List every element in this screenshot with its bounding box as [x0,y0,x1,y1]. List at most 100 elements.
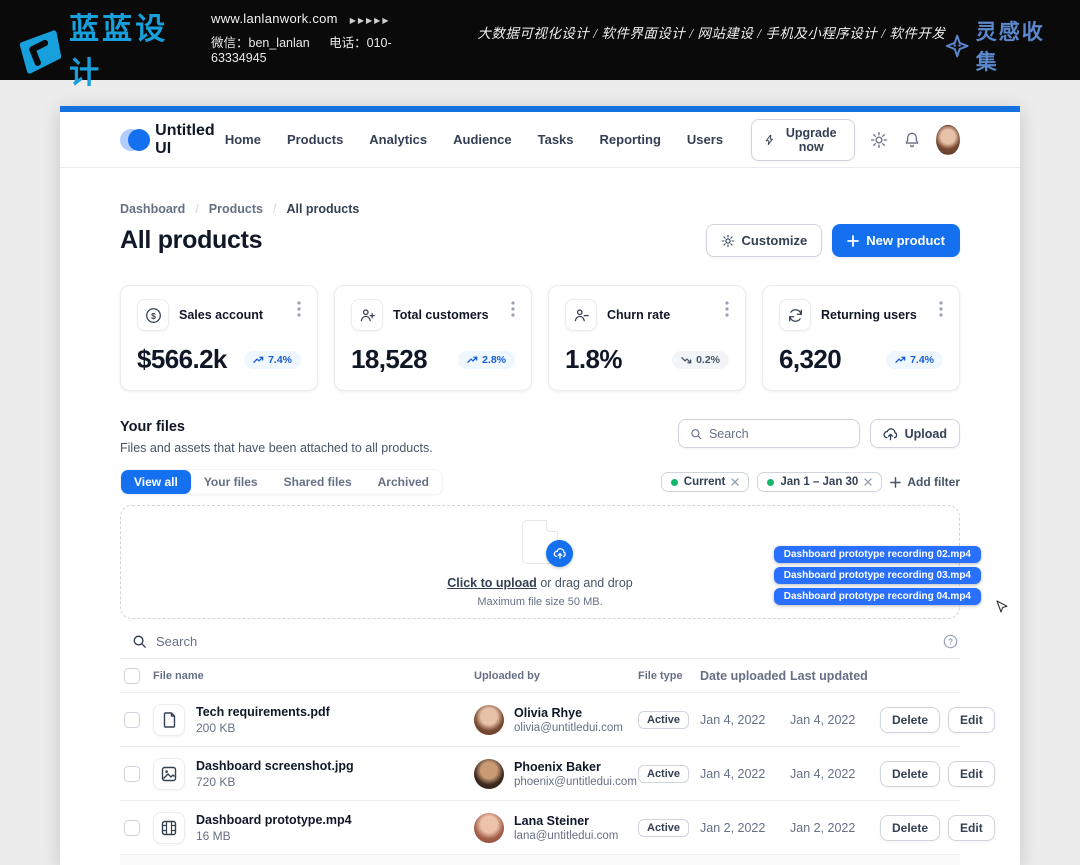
file-name[interactable]: Tech requirements.pdf [196,705,330,719]
currency-dollar-circle-icon: $ [137,299,169,331]
nav-item-products[interactable]: Products [287,132,343,147]
stat-card-total-customers: Total customers 18,528 2.8% [334,285,532,391]
column-date-uploaded[interactable]: Date uploaded [700,669,790,683]
stat-card-churn-rate: Churn rate 1.8% 0.2% [548,285,746,391]
file-name[interactable]: Dashboard prototype.mp4 [196,813,352,827]
lanlan-logo-icon [18,30,61,74]
uploader-email: olivia@untitledui.com [514,722,623,734]
stat-card-returning-users: Returning users 6,320 7.4% [762,285,960,391]
lanlan-logo: 蓝蓝设计 [18,8,193,96]
files-tabs: View all Your files Shared files Archive… [120,469,443,495]
lightning-icon [765,133,774,147]
uploader-name: Phoenix Baker [514,760,637,774]
delete-button[interactable]: Delete [880,761,940,787]
brand-logo-icon [120,129,146,151]
status-badge: Active [638,711,689,729]
stat-value: 18,528 [351,344,427,375]
nav-item-tasks[interactable]: Tasks [538,132,574,147]
nav-item-audience[interactable]: Audience [453,132,512,147]
tab-view-all[interactable]: View all [121,470,191,494]
table-search-bar[interactable]: ? [120,629,960,659]
upgrade-button[interactable]: Upgrade now [751,119,855,161]
delete-button[interactable]: Delete [880,707,940,733]
plus-icon [847,235,859,247]
edit-button[interactable]: Edit [948,761,995,787]
breadcrumb-dashboard[interactable]: Dashboard [120,202,185,216]
trend-up-icon [467,356,478,364]
filter-chip-date-range[interactable]: Jan 1 – Jan 30 [757,472,882,492]
nav-item-users[interactable]: Users [687,132,723,147]
close-icon[interactable] [731,478,739,486]
kebab-menu-icon[interactable] [939,299,943,317]
delete-button[interactable]: Delete [880,815,940,841]
settings-gear-icon[interactable] [870,131,888,149]
banner-arrows: ▶▶▶▶▶ [350,16,391,25]
files-search-input[interactable] [678,419,860,448]
add-filter-button[interactable]: Add filter [890,475,960,489]
click-to-upload-link[interactable]: Click to upload [447,576,537,590]
upload-button[interactable]: Upload [870,419,960,448]
date-uploaded: Jan 4, 2022 [700,713,790,727]
breadcrumb-separator: / [273,202,276,216]
users-plus-icon [351,299,383,331]
nav-item-reporting[interactable]: Reporting [600,132,661,147]
table-search-input[interactable] [156,634,934,649]
banner-website[interactable]: www.lanlanwork.com [211,11,338,26]
table-footer [120,855,960,865]
upload-dropzone[interactable]: Click to upload or drag and drop Maximum… [120,505,960,619]
trend-badge: 2.8% [458,351,515,369]
help-icon[interactable]: ? [943,634,958,649]
edit-button[interactable]: Edit [948,815,995,841]
kebab-menu-icon[interactable] [511,299,515,317]
page-title: All products [120,226,262,255]
files-section-title: Your files [120,419,433,435]
tab-shared-files[interactable]: Shared files [271,470,365,494]
uploading-file-pill[interactable]: Dashboard prototype recording 03.mp4 [774,567,981,584]
row-checkbox[interactable] [124,766,140,782]
breadcrumb: Dashboard / Products / All products [120,202,960,216]
promo-banner: 蓝蓝设计 www.lanlanwork.com ▶▶▶▶▶ 微信：ben_lan… [0,0,1080,80]
column-file-type[interactable]: File type [638,670,700,682]
file-name[interactable]: Dashboard screenshot.jpg [196,759,354,773]
column-file-name[interactable]: File name [153,670,204,682]
table-row: Tech requirements.pdf 200 KB Olivia Rhye… [120,693,960,747]
avatar [474,759,504,789]
last-updated: Jan 4, 2022 [790,713,880,727]
column-last-updated[interactable]: Last updated [790,669,880,683]
file-document-icon [153,704,185,736]
uploading-file-pill[interactable]: Dashboard prototype recording 04.mp4 [774,588,981,605]
row-checkbox[interactable] [124,712,140,728]
plus-icon [890,477,901,488]
breadcrumb-separator: / [195,202,198,216]
close-icon[interactable] [864,478,872,486]
tab-your-files[interactable]: Your files [191,470,271,494]
stat-label: Returning users [821,308,917,322]
tab-archived[interactable]: Archived [365,470,442,494]
uploader-email: lana@untitledui.com [514,830,618,842]
nav-item-home[interactable]: Home [225,132,261,147]
filter-chip-current[interactable]: Current [661,472,750,492]
banner-collect[interactable]: 灵感收集 [945,8,1062,76]
customize-button[interactable]: Customize [706,224,823,257]
user-avatar[interactable] [936,125,960,155]
search-icon [132,634,147,649]
new-product-button[interactable]: New product [832,224,960,257]
select-all-checkbox[interactable] [124,668,140,684]
file-image-icon [153,758,185,790]
notifications-bell-icon[interactable] [903,131,921,149]
breadcrumb-products[interactable]: Products [209,202,263,216]
kebab-menu-icon[interactable] [297,299,301,317]
uploading-file-pill[interactable]: Dashboard prototype recording 02.mp4 [774,546,981,563]
trend-badge: 7.4% [244,351,301,369]
kebab-menu-icon[interactable] [725,299,729,317]
upload-cloud-circle-icon [546,540,573,567]
uploader-name: Olivia Rhye [514,706,623,720]
row-checkbox[interactable] [124,820,140,836]
status-badge: Active [638,765,689,783]
files-section-titles: Your files Files and assets that have be… [120,419,433,455]
edit-button[interactable]: Edit [948,707,995,733]
brand[interactable]: Untitled UI [120,122,225,158]
nav-item-analytics[interactable]: Analytics [369,132,427,147]
column-uploaded-by[interactable]: Uploaded by [474,670,638,682]
file-size: 16 MB [196,829,352,843]
